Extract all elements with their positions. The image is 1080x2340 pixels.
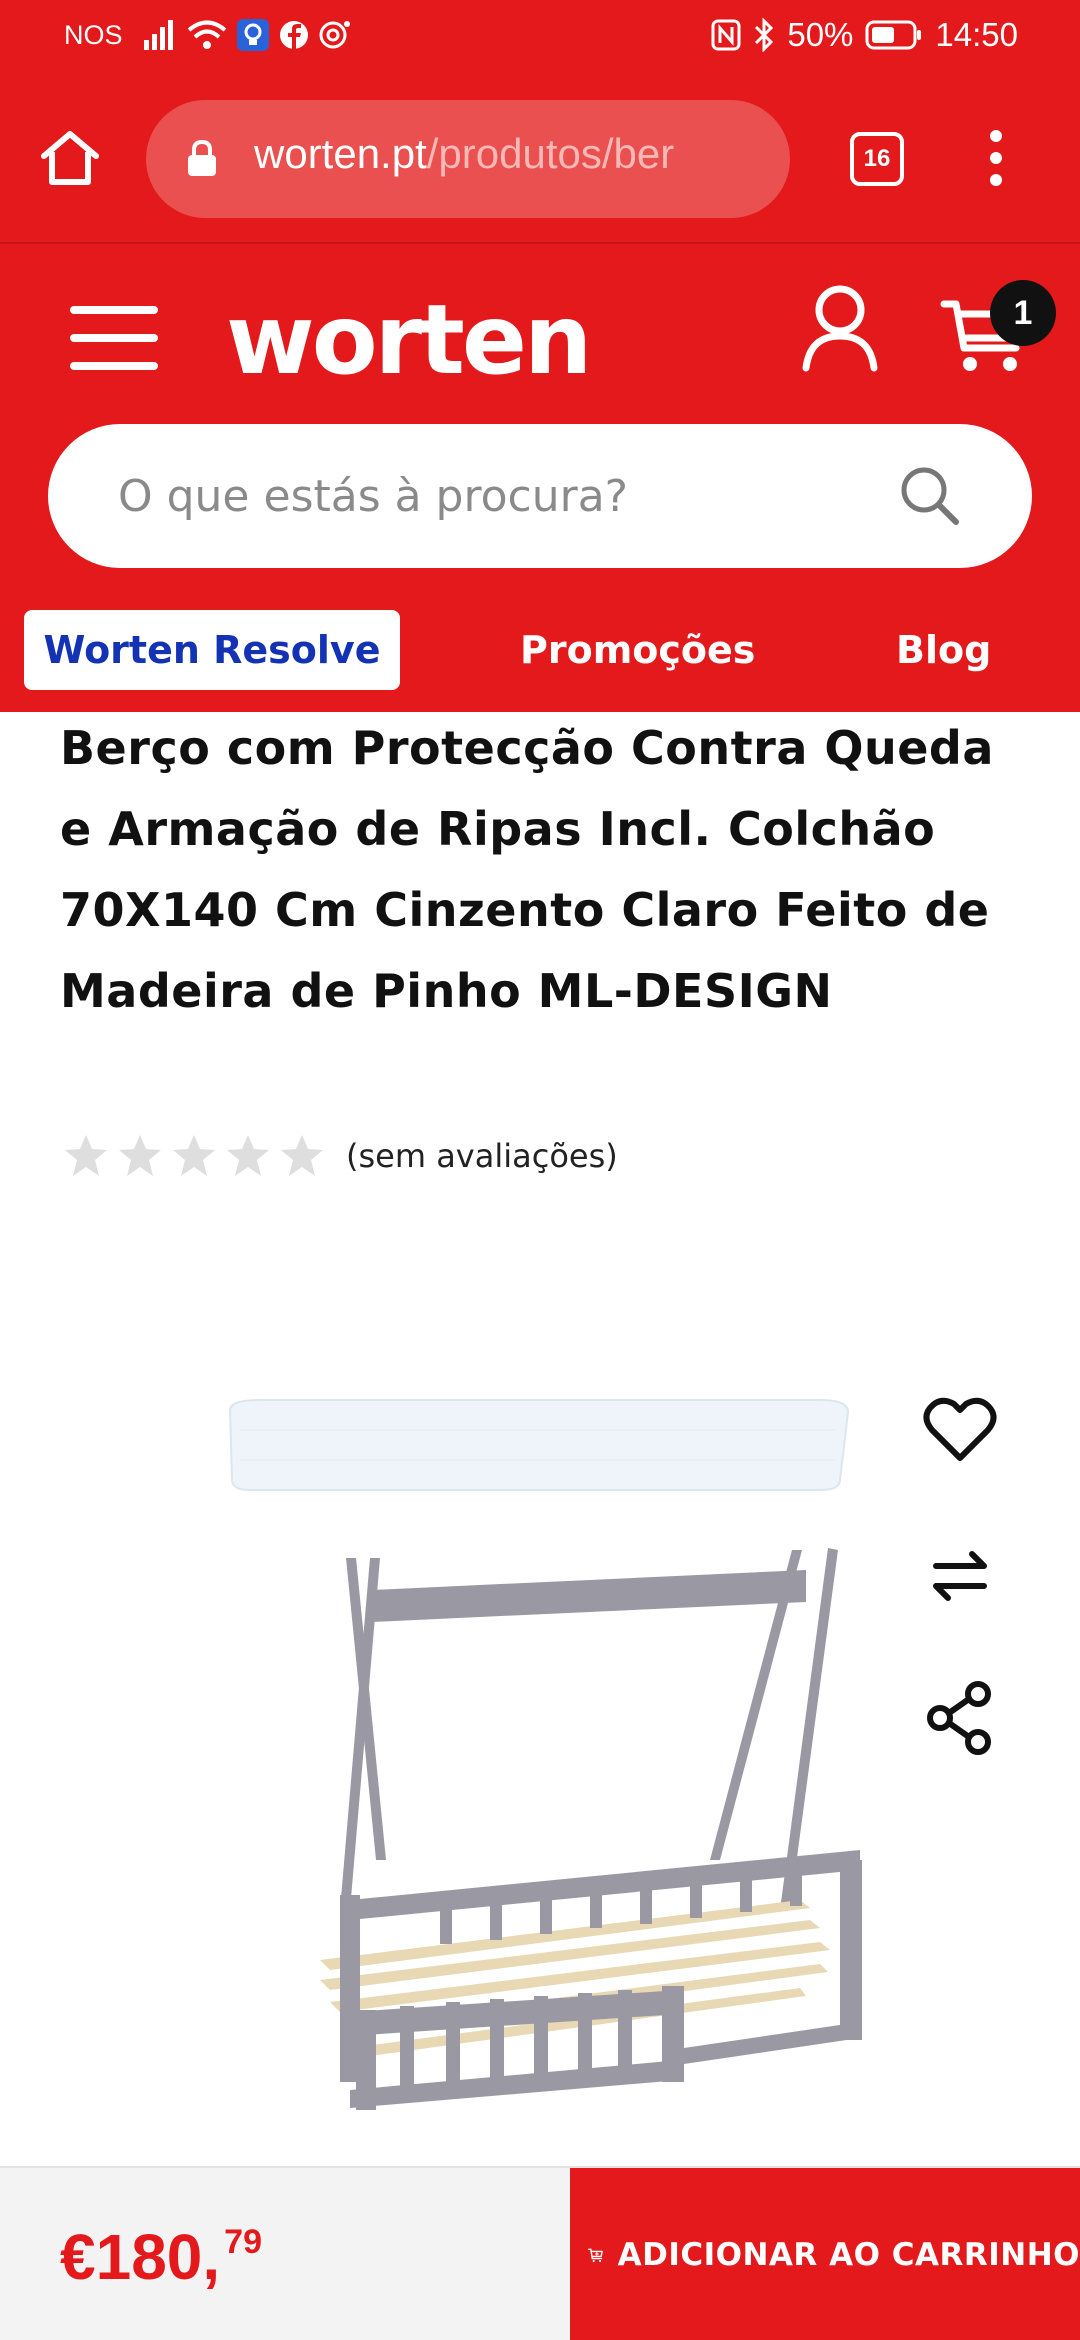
- product-image[interactable]: [200, 1390, 880, 2110]
- camera-notification-icon: [319, 21, 350, 49]
- url-text: worten.pt/produtos/ber: [254, 130, 774, 190]
- search-icon[interactable]: [898, 464, 962, 528]
- cart-add-icon: [588, 2248, 603, 2263]
- wifi-icon: [187, 20, 227, 49]
- rating-stars: [62, 1132, 326, 1180]
- heart-icon[interactable]: [920, 1390, 1000, 1470]
- address-bar[interactable]: worten.pt/produtos/ber: [146, 100, 790, 218]
- menu-dots-icon[interactable]: [984, 126, 1008, 190]
- star-icon: [65, 1135, 107, 1176]
- status-left-icons: [142, 18, 352, 52]
- star-icon: [119, 1135, 161, 1176]
- star-icon: [281, 1135, 323, 1176]
- home-icon[interactable]: [38, 126, 102, 190]
- nav-blog[interactable]: Blog: [896, 610, 991, 690]
- share-icon[interactable]: [920, 1678, 1000, 1758]
- add-to-cart-label: ADICIONAR AO CARRINHO: [617, 2237, 1080, 2273]
- carrier-label: NOS: [64, 20, 123, 50]
- account-icon[interactable]: [800, 284, 880, 372]
- clock: 14:50: [935, 16, 1018, 53]
- battery-icon: [865, 20, 922, 50]
- bed-frame-illustration: [320, 1548, 862, 2110]
- rating-text: (sem avaliações): [346, 1137, 618, 1175]
- cart-count-badge: 1: [990, 280, 1056, 346]
- tabs-button[interactable]: 16: [850, 132, 904, 186]
- site-header: worten 1 Worten Resolve Promoções Blog: [0, 244, 1080, 712]
- nav-promocoes[interactable]: Promoções: [520, 610, 755, 690]
- add-to-cart-button[interactable]: ADICIONAR AO CARRINHO: [570, 2168, 1080, 2340]
- worten-logo[interactable]: worten: [226, 284, 592, 396]
- compare-icon[interactable]: [920, 1536, 1000, 1616]
- price: €180, 79: [60, 2220, 262, 2294]
- mattress-illustration: [228, 1399, 850, 1491]
- bluetooth-icon: [755, 18, 774, 52]
- product-title: Berço com Protecção Contra Queda e Armaç…: [60, 721, 994, 1018]
- browser-toolbar: worten.pt/produtos/ber 16: [0, 76, 1080, 244]
- status-right-icons: 50% 14:50: [711, 16, 1018, 54]
- rating[interactable]: (sem avaliações): [62, 1130, 618, 1182]
- url-path: /produtos/ber: [426, 130, 675, 177]
- signal-icon: [144, 20, 173, 50]
- nav-links: Worten Resolve Promoções Blog: [0, 610, 1080, 700]
- search-input[interactable]: [118, 464, 878, 528]
- nav-worten-resolve[interactable]: Worten Resolve: [24, 610, 400, 690]
- star-icon: [227, 1135, 269, 1176]
- status-bar: NOS 50% 14:50: [0, 0, 1080, 76]
- battery-percent: 50%: [787, 16, 854, 53]
- search-box: [48, 424, 1032, 568]
- bulb-notification-icon: [237, 19, 269, 51]
- hamburger-icon[interactable]: [68, 302, 160, 374]
- star-icon: [173, 1135, 215, 1176]
- purchase-bar: €180, 79 ADICIONAR AO CARRINHO: [0, 2166, 1080, 2340]
- lock-icon: [188, 139, 216, 176]
- url-domain: worten.pt: [254, 130, 427, 177]
- facebook-icon: [280, 21, 308, 49]
- nfc-icon: [711, 19, 741, 51]
- price-cents: 79: [224, 2223, 262, 2261]
- price-main: €180,: [60, 2221, 221, 2293]
